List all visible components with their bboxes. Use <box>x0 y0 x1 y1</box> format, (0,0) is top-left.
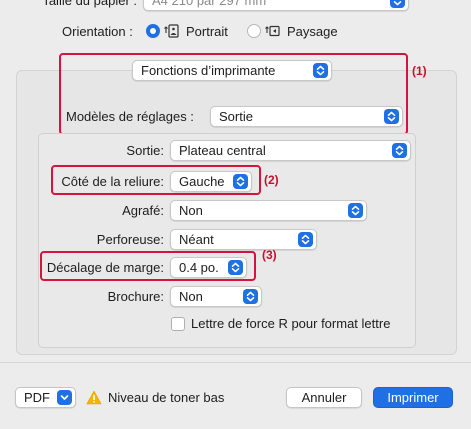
presets-select[interactable]: Sortie <box>210 106 403 127</box>
reliure-label: Côté de la reliure: <box>61 174 164 189</box>
paper-size-value: A4 210 par 297 mm <box>152 0 267 8</box>
paper-size-label: Taille du papier : <box>42 0 137 8</box>
chevron-updown-icon <box>298 232 313 247</box>
chevron-updown-icon <box>228 260 243 275</box>
chevron-down-icon <box>57 390 72 405</box>
panel-selector-value: Fonctions d’imprimante <box>141 63 276 78</box>
callout-3: (3) <box>262 248 277 262</box>
toner-warning-text: Niveau de toner bas <box>108 390 225 405</box>
paper-size-select[interactable]: A4 210 par 297 mm <box>143 0 409 11</box>
letter-force-label: Lettre de force R pour format lettre <box>191 316 391 331</box>
agrafe-value: Non <box>179 203 203 218</box>
reliure-select[interactable]: Gauche <box>170 171 252 192</box>
presets-label: Modèles de réglages : <box>66 109 194 124</box>
perforeuse-value: Néant <box>179 232 214 247</box>
callout-2: (2) <box>264 173 279 187</box>
chevron-updown-icon <box>348 203 363 218</box>
brochure-select[interactable]: Non <box>170 286 262 307</box>
chevron-updown-icon <box>392 143 407 158</box>
agrafe-select[interactable]: Non <box>170 200 367 221</box>
chevron-updown-icon <box>233 174 248 189</box>
landscape-label: Paysage <box>287 24 338 39</box>
print-button[interactable]: Imprimer <box>373 387 453 408</box>
brochure-label: Brochure: <box>107 289 164 304</box>
pdf-menu-button[interactable]: PDF <box>15 387 76 408</box>
sortie-label: Sortie: <box>126 143 164 158</box>
warning-icon <box>86 390 102 408</box>
cancel-button[interactable]: Annuler <box>286 387 362 408</box>
chevron-updown-icon <box>390 0 405 8</box>
orientation-label: Orientation : <box>62 24 133 39</box>
portrait-orientation-icon <box>163 23 179 42</box>
pdf-label: PDF <box>24 390 50 405</box>
perforeuse-label: Perforeuse: <box>96 232 164 247</box>
letter-force-checkbox[interactable] <box>171 317 185 331</box>
presets-value: Sortie <box>219 109 253 124</box>
chevron-updown-icon <box>243 289 258 304</box>
panel-selector-popup[interactable]: Fonctions d’imprimante <box>132 60 332 81</box>
landscape-orientation-icon <box>264 23 280 42</box>
marge-select[interactable]: 0.4 po. <box>170 257 247 278</box>
landscape-radio[interactable] <box>247 24 261 38</box>
sortie-value: Plateau central <box>179 143 266 158</box>
agrafe-label: Agrafé: <box>122 203 164 218</box>
footer-divider <box>0 362 471 363</box>
portrait-radio[interactable] <box>146 24 160 38</box>
portrait-label: Portrait <box>186 24 228 39</box>
sortie-select[interactable]: Plateau central <box>170 140 411 161</box>
perforeuse-select[interactable]: Néant <box>170 229 317 250</box>
chevron-updown-icon <box>384 109 399 124</box>
chevron-updown-icon <box>313 63 328 78</box>
callout-1: (1) <box>412 64 427 78</box>
marge-label: Décalage de marge: <box>46 260 164 275</box>
